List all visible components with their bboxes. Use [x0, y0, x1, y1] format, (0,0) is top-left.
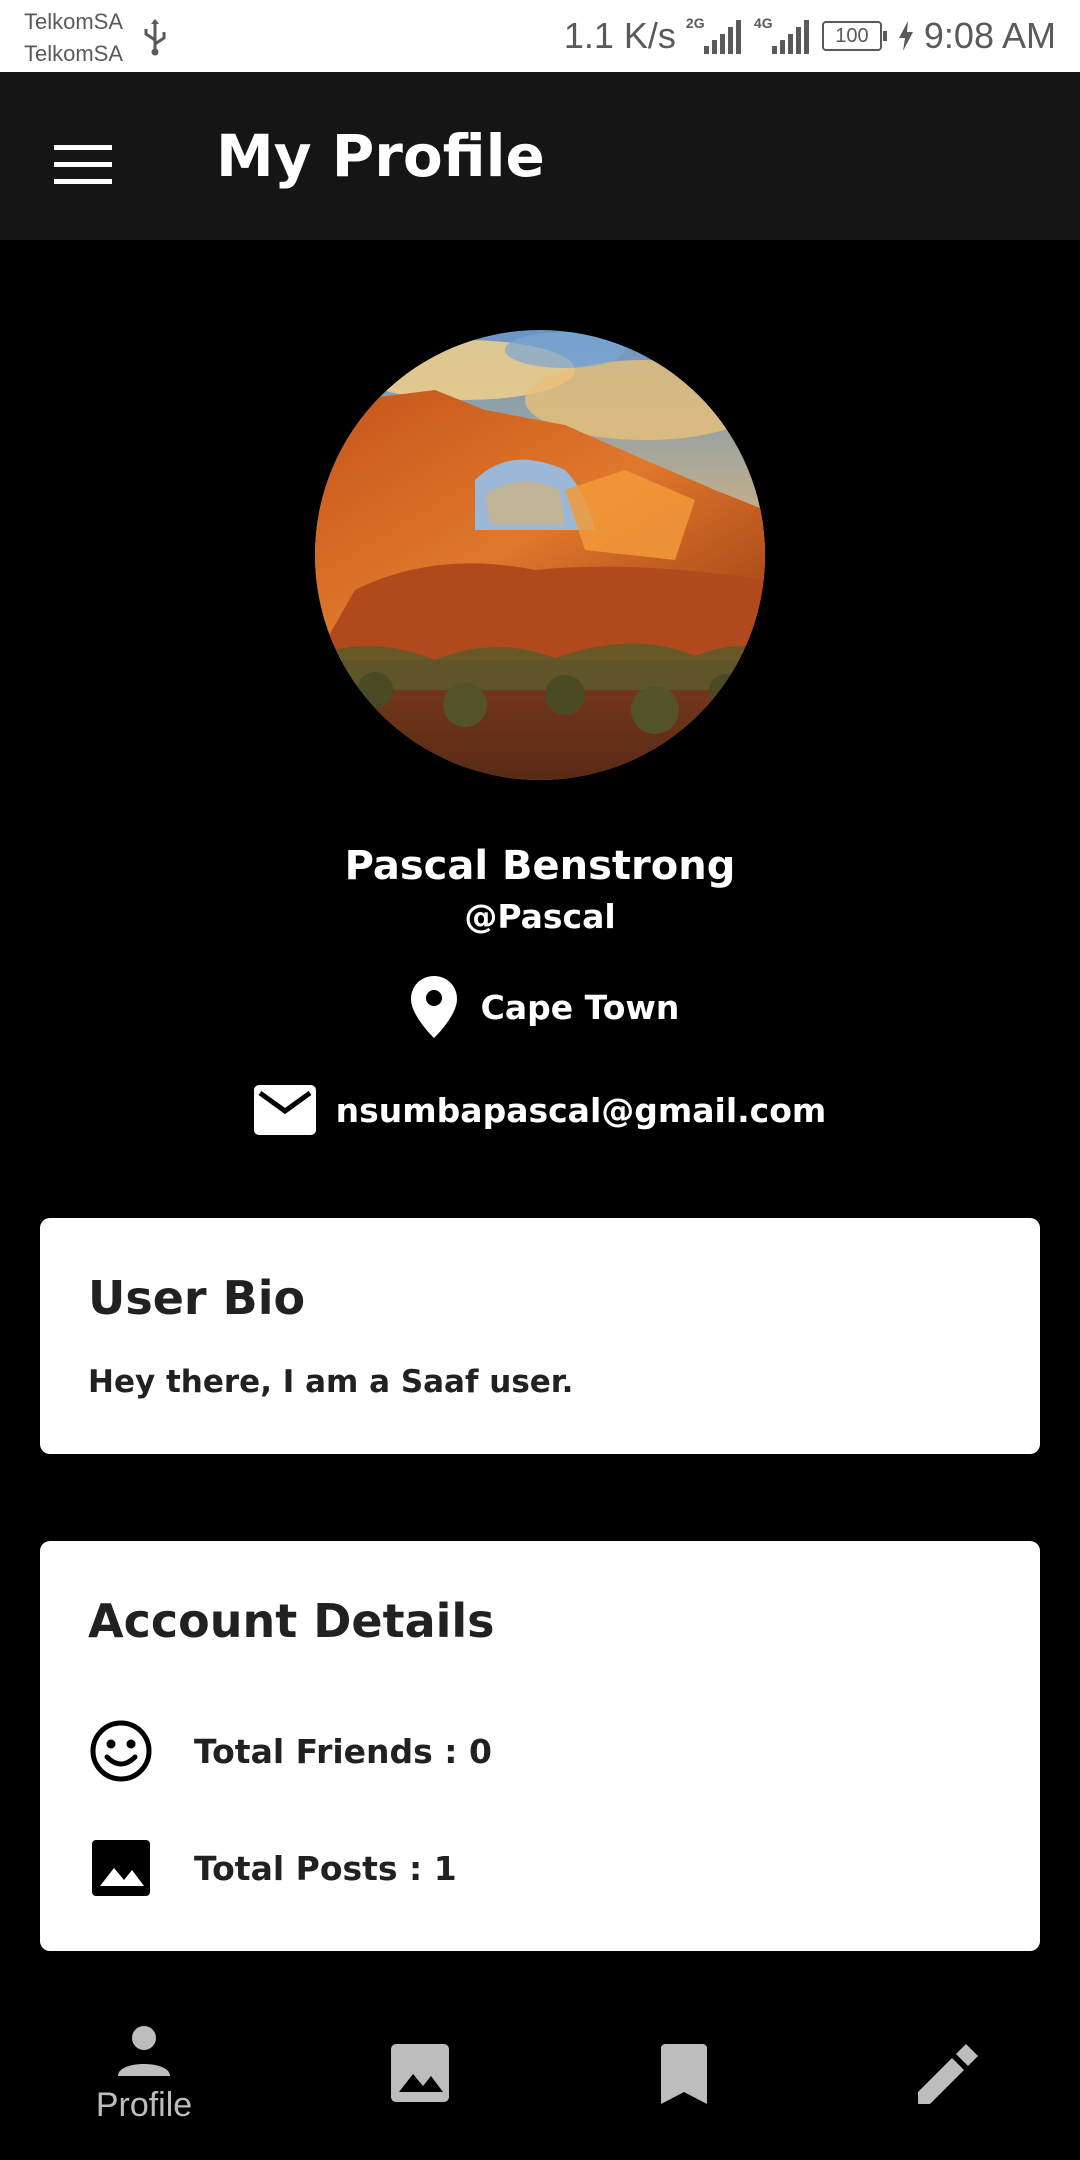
bottom-navigation: Profile	[0, 2000, 1080, 2160]
location-pin-icon	[410, 976, 457, 1038]
image-icon	[391, 2044, 449, 2102]
status-bar: TelkomSA TelkomSA 1.1 K/s 2G 4G 100 9:08…	[0, 0, 1080, 72]
page-title: My Profile	[216, 122, 545, 190]
person-icon	[118, 2026, 170, 2076]
menu-button[interactable]	[40, 122, 126, 208]
image-icon	[92, 1840, 150, 1896]
profile-name: Pascal Benstrong	[344, 843, 736, 889]
user-bio-title: User Bio	[88, 1271, 306, 1325]
usb-icon	[144, 19, 166, 56]
account-details-card: Account Details Total Friends : 0 Total …	[40, 1541, 1040, 1951]
email-row: nsumbapascal@gmail.com	[0, 1078, 1080, 1142]
smiley-face-icon	[90, 1720, 152, 1782]
bookmark-icon	[661, 2044, 707, 2104]
nav-edit-tab[interactable]	[848, 2000, 1048, 2160]
network-speed: 1.1 K/s	[563, 15, 676, 56]
total-posts-text: Total Posts : 1	[194, 1848, 457, 1888]
total-posts-row: Total Posts : 1	[88, 1833, 457, 1903]
charging-bolt-icon	[898, 21, 913, 51]
signal-icon: 4G	[754, 16, 812, 56]
battery-level: 100	[835, 24, 869, 47]
account-details-title: Account Details	[88, 1594, 495, 1648]
signal-icon: 2G	[686, 16, 744, 56]
location-row: Cape Town	[0, 974, 1080, 1040]
location-text: Cape Town	[480, 987, 680, 1027]
user-bio-text: Hey there, I am a Saaf user.	[88, 1364, 574, 1400]
nav-profile-tab[interactable]: Profile	[44, 2000, 244, 2160]
total-friends-text: Total Friends : 0	[194, 1731, 492, 1771]
carrier-1: TelkomSA	[24, 9, 124, 34]
battery-icon: 100	[821, 21, 887, 51]
profile-handle: @Pascal	[464, 897, 616, 936]
signal-2-label: 4G	[753, 15, 773, 31]
total-friends-row: Total Friends : 0	[88, 1716, 492, 1786]
carrier-2: TelkomSA	[24, 41, 124, 66]
carrier-names: TelkomSA TelkomSA	[24, 6, 123, 70]
status-indicators: 1.1 K/s 2G 4G 100 9:08 AM	[564, 0, 1056, 72]
avatar[interactable]	[315, 330, 765, 780]
avatar-image	[315, 330, 765, 780]
clock: 9:08 AM	[923, 15, 1056, 56]
user-bio-card: User Bio Hey there, I am a Saaf user.	[40, 1218, 1040, 1454]
nav-profile-label: Profile	[95, 2086, 193, 2124]
app-bar: My Profile	[0, 72, 1080, 240]
email-text: nsumbapascal@gmail.com	[335, 1090, 827, 1130]
nav-gallery-tab[interactable]	[320, 2000, 520, 2160]
hamburger-menu-icon	[54, 145, 112, 184]
pencil-icon	[918, 2044, 978, 2104]
nav-bookmarks-tab[interactable]	[584, 2000, 784, 2160]
signal-1-label: 2G	[685, 15, 705, 31]
email-envelope-icon	[253, 1085, 316, 1135]
